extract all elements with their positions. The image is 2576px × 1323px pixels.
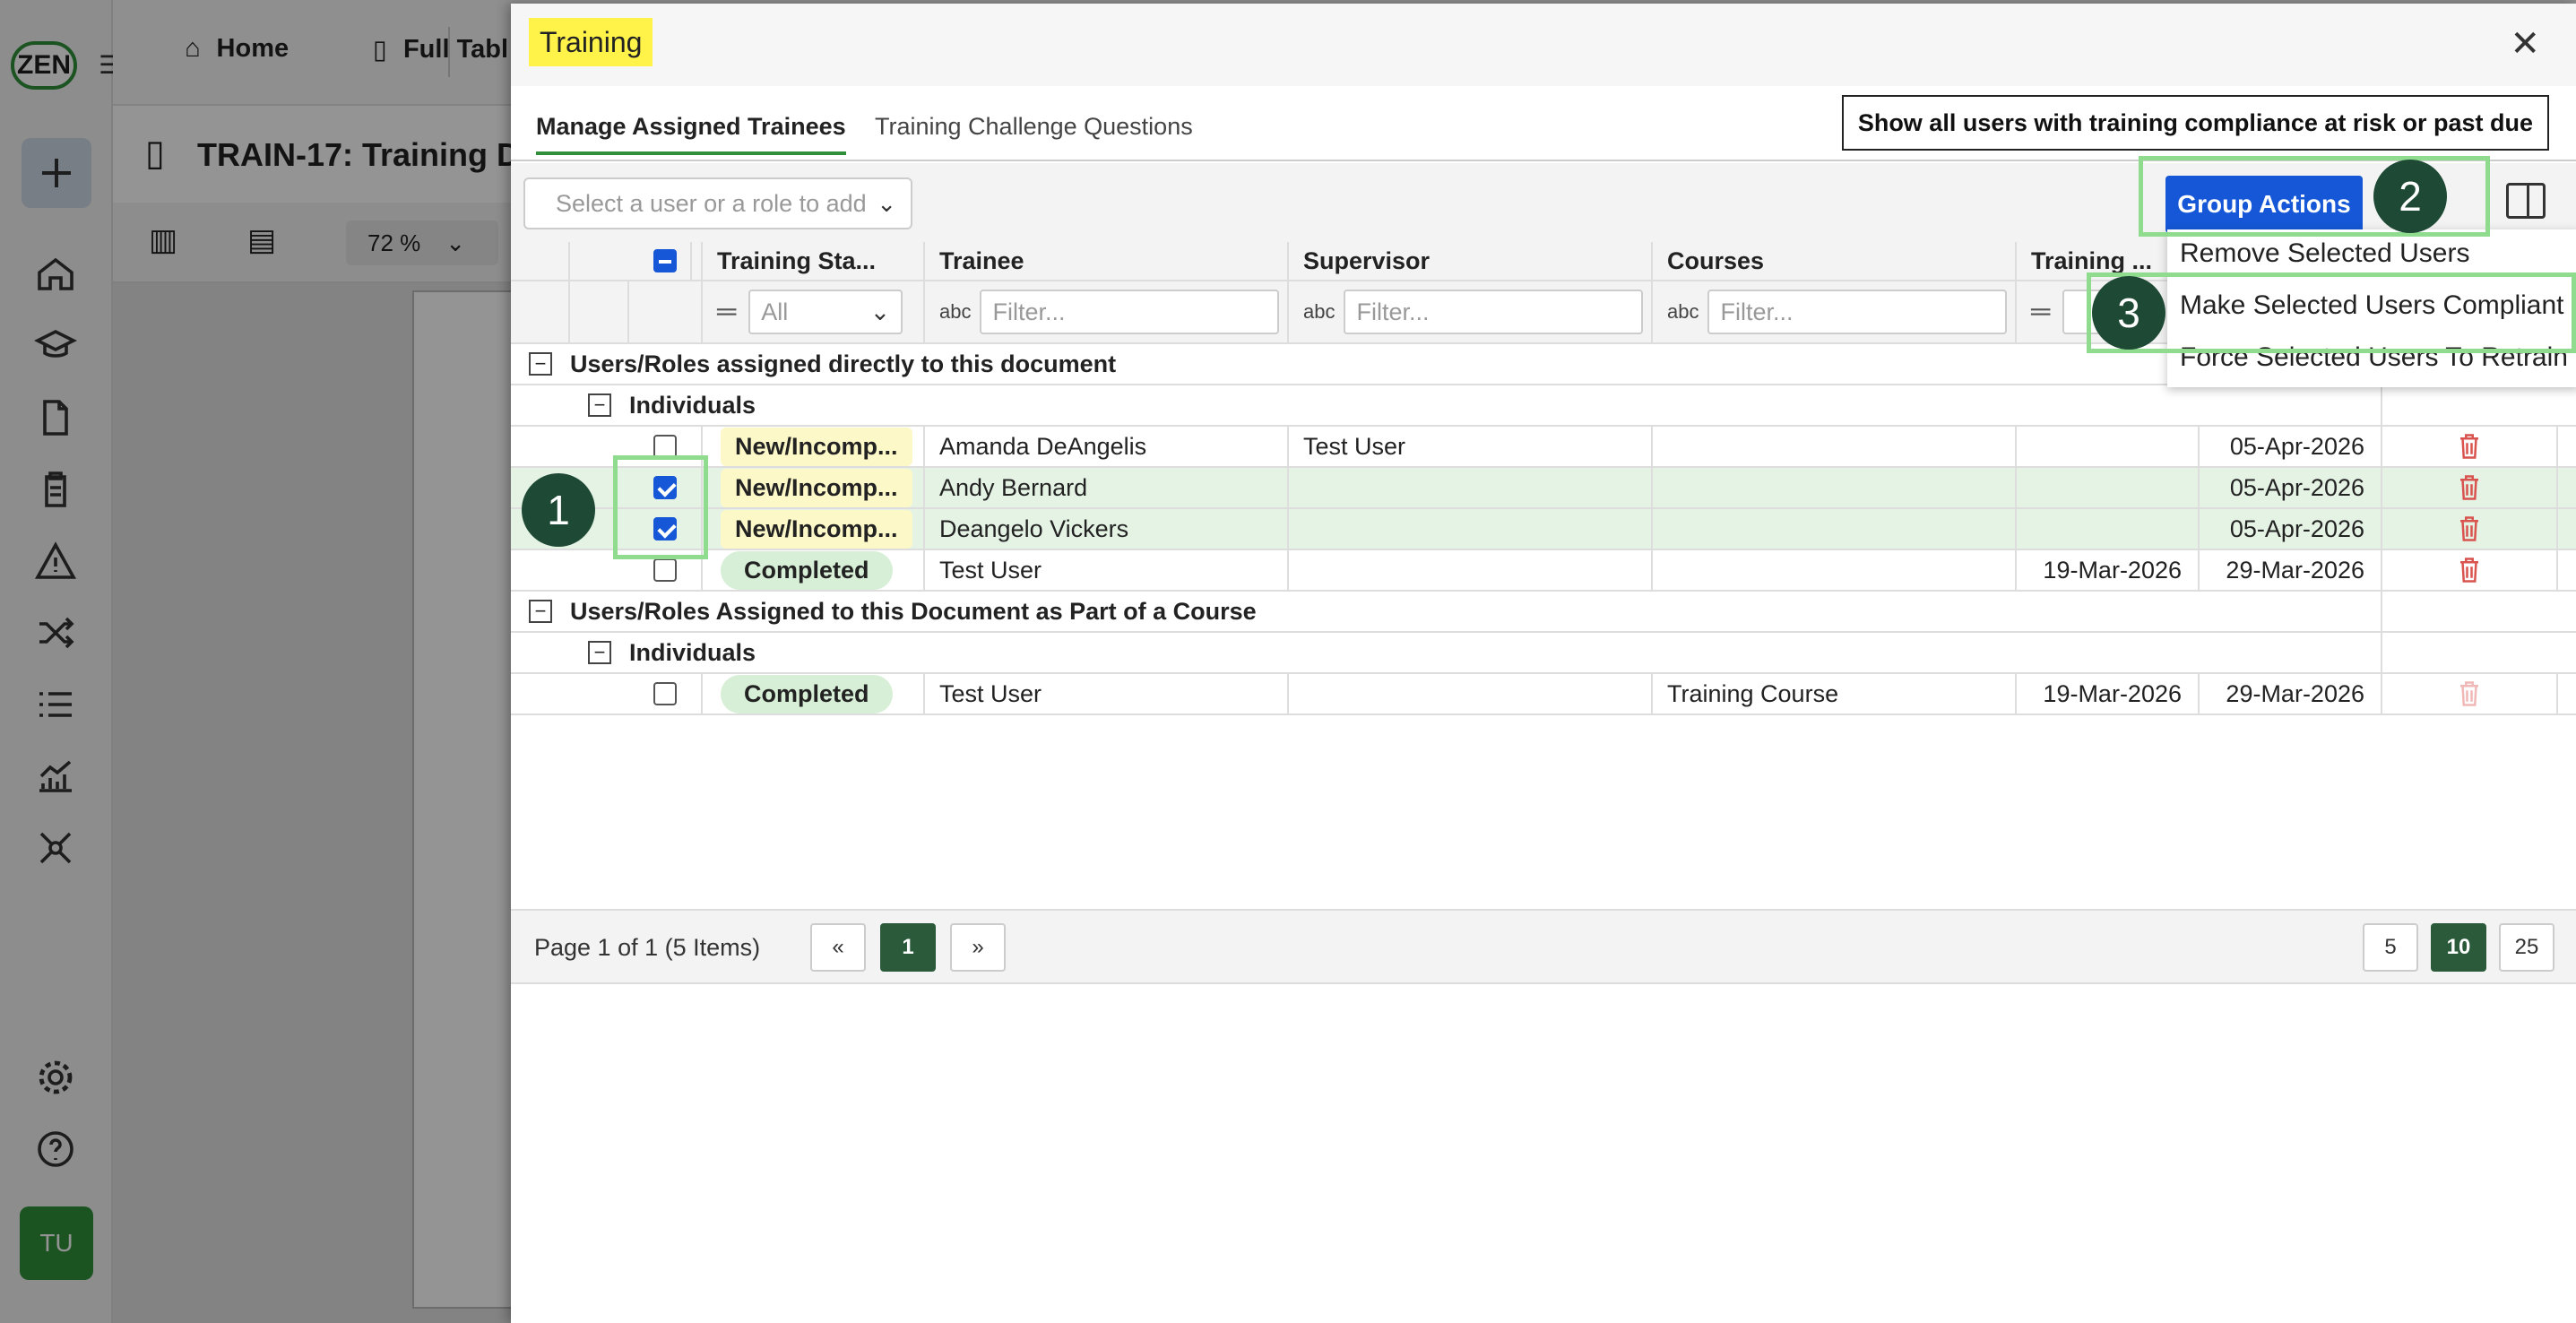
supervisor-cell [1289, 468, 1653, 507]
collapse-icon[interactable]: − [588, 393, 611, 417]
filter-indent [511, 281, 570, 342]
chevron-down-icon: ⌄ [877, 190, 896, 217]
modal-header: Training ✕ [511, 4, 2576, 86]
step-badge-1: 1 [522, 473, 595, 547]
status-badge: New/Incomp... [721, 427, 912, 466]
col-courses[interactable]: Courses [1653, 242, 2017, 280]
trainee-cell: Test User [925, 550, 1289, 590]
trainee-cell: Andy Bernard [925, 468, 1289, 507]
due-date-cell: 29-Mar-2026 [2200, 674, 2382, 713]
select-all-cell[interactable] [629, 242, 703, 280]
text-filter-icon: abc [1667, 300, 1699, 323]
filter-expand [570, 281, 629, 342]
trainee-cell: Deangelo Vickers [925, 509, 1289, 549]
page-size-5[interactable]: 5 [2363, 923, 2418, 972]
trainee-filter-cell: abc Filter... [925, 281, 1289, 342]
table-row[interactable]: New/Incomp... Amanda DeAngelis Test User… [511, 427, 2576, 468]
due-date-cell: 05-Apr-2026 [2200, 427, 2382, 466]
training-modal: Training ✕ Manage Assigned Trainees Trai… [511, 4, 2576, 1323]
page-info: Page 1 of 1 (5 Items) [534, 934, 761, 961]
due-date-cell: 05-Apr-2026 [2200, 468, 2382, 507]
step-badge-2: 2 [2373, 160, 2447, 233]
show-at-risk-users-button[interactable]: Show all users with training compliance … [1841, 95, 2549, 151]
due-date-cell: 05-Apr-2026 [2200, 509, 2382, 549]
supervisor-filter-cell: abc Filter... [1289, 281, 1653, 342]
courses-filter-input[interactable]: Filter... [1707, 290, 2008, 334]
user-role-select[interactable]: Select a user or a role to add ⌄ [523, 177, 912, 229]
next-page-button[interactable]: » [950, 923, 1006, 972]
equals-icon: ═ [2031, 297, 2051, 326]
table-row[interactable]: New/Incomp... Andy Bernard 05-Apr-2026 [511, 468, 2576, 509]
page-size-10[interactable]: 10 [2431, 923, 2486, 972]
text-filter-icon: abc [1303, 300, 1336, 323]
menu-remove-selected-users[interactable]: Remove Selected Users [2180, 238, 2469, 269]
pagination-bar: Page 1 of 1 (5 Items) « 1 » 5 10 25 [511, 909, 2576, 984]
page-1-button[interactable]: 1 [880, 923, 936, 972]
table-row[interactable]: Completed Test User 19-Mar-2026 29-Mar-2… [511, 550, 2576, 592]
step-badge-3: 3 [2092, 276, 2165, 350]
filter-select [629, 281, 703, 342]
col-training-status[interactable]: Training Sta... [703, 242, 925, 280]
modal-tabs: Manage Assigned Trainees Training Challe… [511, 86, 2576, 161]
column-chooser-icon[interactable] [2506, 183, 2546, 219]
delete-icon[interactable] [2382, 468, 2558, 507]
row-checkbox[interactable] [653, 682, 677, 705]
delete-icon-disabled [2382, 674, 2558, 713]
courses-filter-cell: abc Filter... [1653, 281, 2017, 342]
due-date-cell: 29-Mar-2026 [2200, 550, 2382, 590]
col-trainee[interactable]: Trainee [925, 242, 1289, 280]
page-size-25[interactable]: 25 [2499, 923, 2554, 972]
group-row[interactable]: − Users/Roles Assigned to this Document … [511, 592, 2576, 633]
tab-manage-assigned-trainees[interactable]: Manage Assigned Trainees [536, 113, 846, 155]
prev-page-button[interactable]: « [810, 923, 866, 972]
select-all-checkbox[interactable] [653, 249, 677, 272]
chevron-down-icon: ⌄ [869, 298, 891, 325]
collapse-icon[interactable]: − [529, 352, 552, 376]
training-date-cell [2017, 509, 2200, 549]
subgroup-row[interactable]: − Individuals [511, 633, 2576, 674]
equals-icon: ═ [717, 297, 737, 326]
close-icon[interactable]: ✕ [2510, 23, 2540, 65]
training-date-cell [2017, 468, 2200, 507]
courses-cell [1653, 550, 2017, 590]
trainee-filter-input[interactable]: Filter... [980, 290, 1280, 334]
courses-cell: Training Course [1653, 674, 2017, 713]
modal-title: Training [529, 18, 653, 66]
supervisor-cell: Test User [1289, 427, 1653, 466]
delete-icon[interactable] [2382, 550, 2558, 590]
supervisor-cell [1289, 674, 1653, 713]
courses-cell [1653, 427, 2017, 466]
status-badge: Completed [721, 674, 893, 713]
delete-icon[interactable] [2382, 509, 2558, 549]
status-filter-select[interactable]: All ⌄ [748, 290, 903, 334]
subgroup-row[interactable]: − Individuals [511, 385, 2576, 427]
supervisor-filter-input[interactable]: Filter... [1344, 290, 1644, 334]
courses-cell [1653, 468, 2017, 507]
text-filter-icon: abc [939, 300, 972, 323]
tab-training-challenge-questions[interactable]: Training Challenge Questions [875, 113, 1193, 151]
training-date-cell: 19-Mar-2026 [2017, 550, 2200, 590]
table-row[interactable]: Completed Test User Training Course 19-M… [511, 674, 2576, 715]
status-badge: New/Incomp... [721, 509, 912, 549]
collapse-icon[interactable]: − [588, 641, 611, 664]
row-checkbox[interactable] [653, 558, 677, 582]
trainee-cell: Test User [925, 674, 1289, 713]
group-indent-header [511, 242, 570, 280]
supervisor-cell [1289, 550, 1653, 590]
supervisor-cell [1289, 509, 1653, 549]
courses-cell [1653, 509, 2017, 549]
trainee-cell: Amanda DeAngelis [925, 427, 1289, 466]
collapse-icon[interactable]: − [529, 600, 552, 623]
status-badge: New/Incomp... [721, 468, 912, 507]
table-row[interactable]: New/Incomp... Deangelo Vickers 05-Apr-20… [511, 509, 2576, 550]
training-date-cell: 19-Mar-2026 [2017, 674, 2200, 713]
training-date-cell [2017, 427, 2200, 466]
col-supervisor[interactable]: Supervisor [1289, 242, 1653, 280]
status-badge: Completed [721, 550, 893, 590]
highlight-selected-checkboxes [613, 455, 708, 559]
delete-icon[interactable] [2382, 427, 2558, 466]
status-filter-cell: ═ All ⌄ [703, 281, 925, 342]
